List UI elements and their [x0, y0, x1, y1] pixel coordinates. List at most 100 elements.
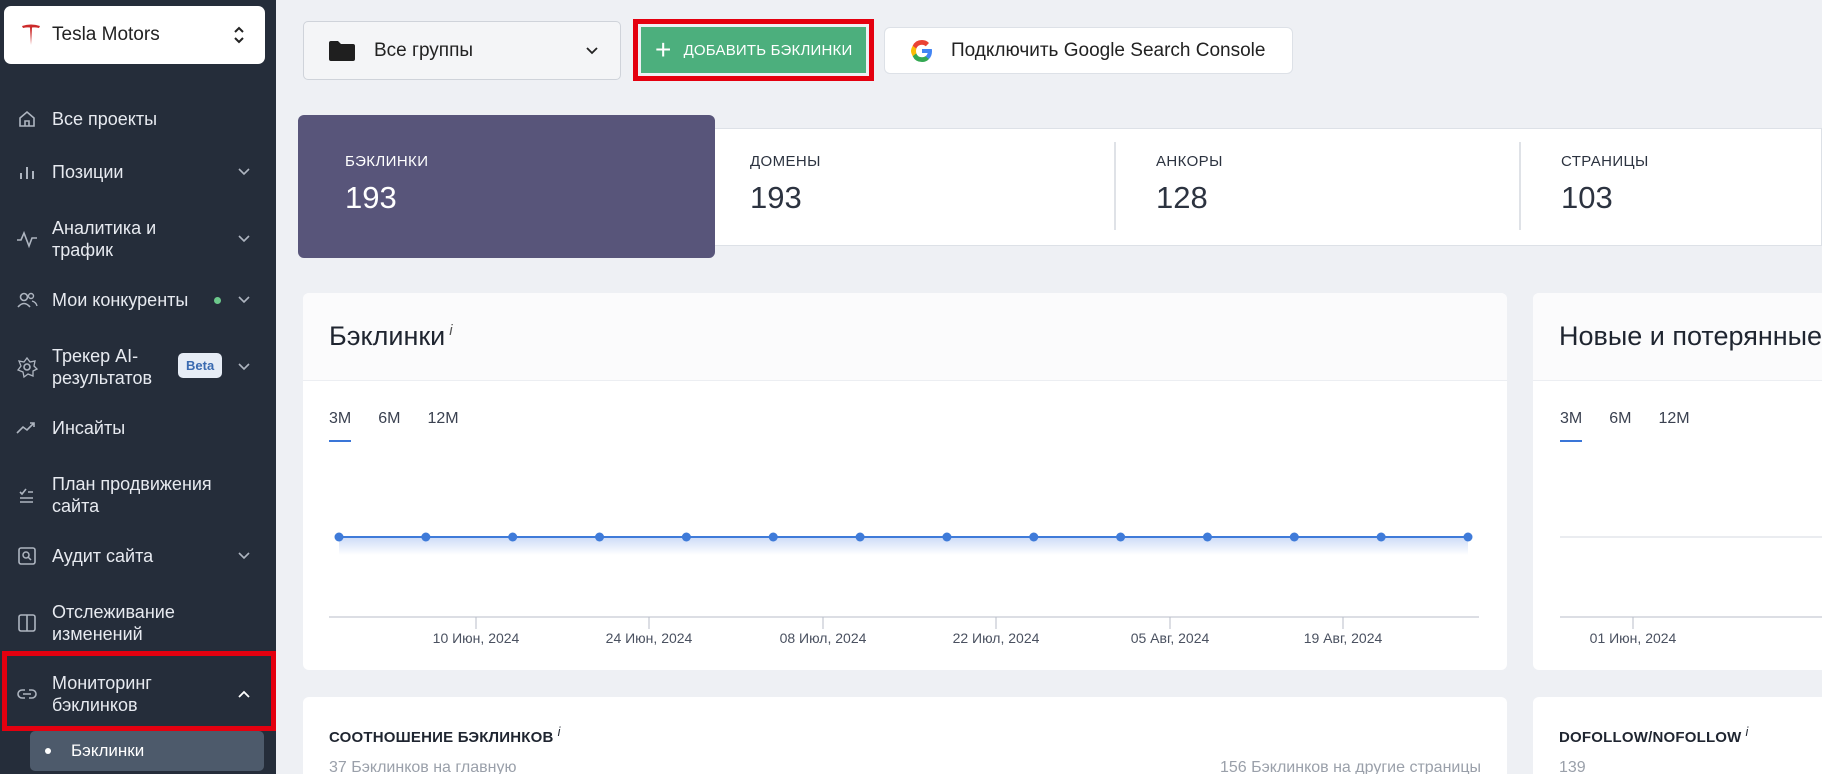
dofollow-value: 139	[1559, 759, 1586, 774]
stat-anchors[interactable]: АНКОРЫ 128	[1156, 153, 1223, 216]
sidebar: Tesla Motors Все проекты Позиции Аналити…	[0, 0, 276, 774]
sidebar-item-site-audit[interactable]: Аудит сайта	[0, 545, 276, 567]
sidebar-item-label: Все проекты	[52, 109, 158, 129]
card-title: Новые и потерянные	[1559, 321, 1822, 351]
divider	[1114, 142, 1116, 230]
card-header: Бэклинки i	[303, 293, 1507, 381]
project-name: Tesla Motors	[52, 24, 160, 45]
x-tick-label: 22 Июл, 2024	[953, 630, 1040, 646]
sidebar-item-label: Аудит сайта	[52, 546, 154, 566]
stat-value: 193	[345, 180, 397, 215]
data-point	[508, 532, 518, 542]
sidebar-item-label: Аналитика и трафик	[52, 218, 157, 260]
home-icon	[16, 108, 38, 130]
sidebar-item-ai-tracker[interactable]: Трекер AI-результатов Beta	[0, 342, 276, 392]
data-point	[595, 532, 605, 542]
google-icon	[909, 38, 935, 64]
card-title: DOFOLLOW/NOFOLLOW i	[1559, 725, 1749, 746]
info-icon[interactable]: i	[449, 322, 452, 339]
folder-icon	[328, 39, 356, 63]
x-tick-label: 19 Авг, 2024	[1304, 630, 1383, 646]
tab-12m[interactable]: 12M	[427, 410, 458, 428]
data-point	[1202, 532, 1212, 542]
sidebar-subitem-backlinks[interactable]: Бэклинки	[30, 731, 264, 771]
data-point	[1463, 532, 1473, 542]
chevron-down-icon	[236, 164, 252, 180]
audit-icon	[16, 545, 38, 567]
book-icon	[16, 612, 38, 634]
tab-12m[interactable]: 12M	[1658, 410, 1689, 428]
sidebar-item-label: Мои конкуренты	[52, 290, 189, 310]
tab-3m[interactable]: 3M	[1560, 410, 1583, 442]
stat-pages[interactable]: СТРАНИЦЫ 103	[1561, 153, 1649, 216]
tab-6m[interactable]: 6M	[1609, 410, 1631, 428]
line-glow	[339, 537, 1468, 555]
data-point	[1376, 532, 1386, 542]
data-point	[942, 532, 952, 542]
x-tick-label: 10 Июн, 2024	[433, 630, 520, 646]
homepage-backlinks-note: 37 Бэклинков на главную	[329, 759, 517, 774]
data-point	[421, 532, 431, 542]
x-tick-label: 01 Июн, 2024	[1590, 630, 1677, 646]
chevron-updown-icon[interactable]	[229, 25, 249, 45]
card-title: Бэклинки i	[329, 321, 453, 351]
data-point	[1116, 532, 1126, 542]
checklist-icon	[16, 484, 38, 506]
tesla-logo-icon	[20, 23, 42, 47]
chevron-down-icon	[236, 292, 252, 308]
bullet-icon	[45, 748, 51, 754]
beta-badge: Beta	[178, 353, 223, 378]
pulse-icon	[16, 228, 38, 250]
data-point	[768, 532, 778, 542]
sidebar-item-label: План продвижения сайта	[52, 474, 212, 516]
tab-6m[interactable]: 6M	[378, 410, 400, 428]
card-title: СООТНОШЕНИЕ БЭКЛИНКОВ i	[329, 725, 561, 746]
sidebar-item-label: Позиции	[52, 162, 124, 182]
sidebar-item-insights[interactable]: Инсайты	[0, 417, 276, 439]
sidebar-item-change-tracking[interactable]: Отслеживание изменений	[0, 598, 276, 648]
connect-gsc-button[interactable]: Подключить Google Search Console	[884, 27, 1293, 74]
group-select[interactable]: Все группы	[303, 21, 621, 80]
status-dot	[214, 297, 221, 304]
data-point	[681, 532, 691, 542]
add-backlinks-button[interactable]: + ДОБАВИТЬ БЭКЛИНКИ	[641, 27, 866, 73]
info-icon[interactable]: i	[1746, 725, 1749, 739]
sidebar-item-label: Трекер AI-результатов	[52, 346, 153, 388]
tab-3m[interactable]: 3M	[329, 410, 352, 442]
data-point	[334, 532, 344, 542]
highlight-frame	[2, 651, 276, 731]
sidebar-item-all-projects[interactable]: Все проекты	[0, 108, 276, 130]
chevron-down-icon	[586, 42, 598, 60]
x-tick-label: 24 Июн, 2024	[606, 630, 693, 646]
project-switcher[interactable]: Tesla Motors	[4, 6, 265, 64]
chevron-down-icon	[236, 359, 252, 375]
sidebar-item-competitors[interactable]: Мои конкуренты	[0, 289, 276, 311]
bar-chart-icon	[16, 161, 38, 183]
stat-value: 193	[750, 180, 802, 215]
sidebar-item-analytics[interactable]: Аналитика и трафик	[0, 214, 276, 264]
new-lost-line-chart: 01 Июн, 2024	[1560, 536, 1822, 646]
divider	[1519, 142, 1521, 230]
sidebar-item-positions[interactable]: Позиции	[0, 161, 276, 183]
stat-value: 103	[1561, 180, 1613, 215]
data-point	[855, 532, 865, 542]
stat-backlinks[interactable]: БЭКЛИНКИ 193	[345, 153, 428, 216]
period-tabs: 3M 6M 12M	[329, 410, 486, 442]
sidebar-item-label: Инсайты	[52, 418, 126, 438]
stat-label: БЭКЛИНКИ	[345, 153, 429, 170]
sidebar-item-promotion-plan[interactable]: План продвижения сайта	[0, 470, 276, 520]
stat-domains[interactable]: ДОМЕНЫ 193	[750, 153, 821, 216]
x-tick-label: 05 Авг, 2024	[1131, 630, 1210, 646]
backlinks-line-chart: 10 Июн, 2024 24 Июн, 2024 08 Июл, 2024 22 И…	[329, 532, 1479, 646]
dofollow-nofollow-card: DOFOLLOW/NOFOLLOW i 139	[1533, 697, 1822, 774]
info-icon[interactable]: i	[558, 725, 561, 739]
stat-label: АНКОРЫ	[1156, 153, 1223, 170]
group-select-value: Все группы	[374, 39, 474, 61]
users-icon	[16, 289, 38, 311]
stat-value: 128	[1156, 180, 1208, 215]
stat-label: ДОМЕНЫ	[750, 153, 821, 170]
plus-icon: +	[655, 34, 672, 65]
sidebar-subitem-label: Бэклинки	[71, 741, 145, 760]
backlink-ratio-card: СООТНОШЕНИЕ БЭКЛИНКОВ i 37 Бэклинков на г…	[303, 697, 1507, 774]
data-point	[1029, 532, 1039, 542]
